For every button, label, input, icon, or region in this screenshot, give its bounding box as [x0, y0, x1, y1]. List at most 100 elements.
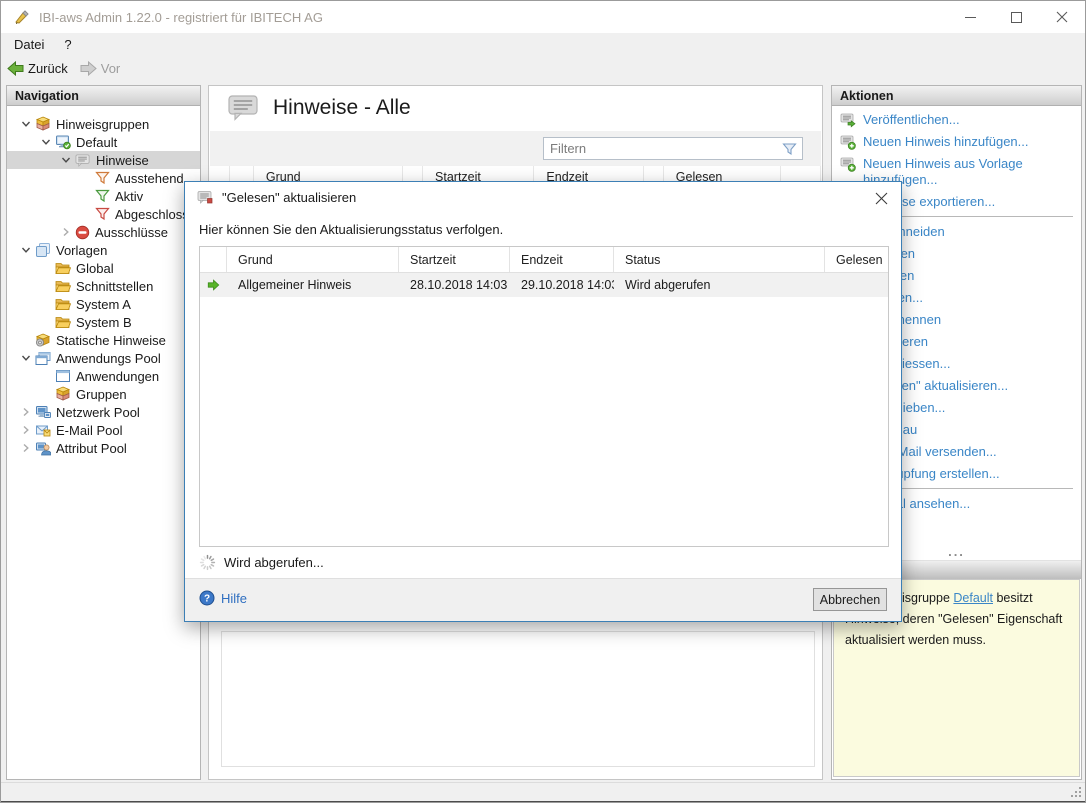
menu-item-help[interactable]: ?: [54, 33, 81, 56]
chevron-down-icon[interactable]: [37, 137, 55, 147]
tree-item-anwendungs-pool[interactable]: Anwendungs Pool: [7, 349, 200, 367]
filter-box: [543, 137, 803, 160]
tree-item-label: Gruppen: [76, 387, 127, 402]
tree-item-label: Aktiv: [115, 189, 143, 204]
tree-item-label: Vorlagen: [56, 243, 107, 258]
action-label: Neuen Hinweis hinzufügen...: [863, 134, 1029, 150]
tree-item-system-b[interactable]: System B: [7, 313, 200, 331]
tree-item-default[interactable]: Default: [7, 133, 200, 151]
resize-grip-icon[interactable]: [1069, 785, 1082, 798]
menu-item-datei[interactable]: Datei: [1, 33, 54, 56]
cell-gelesen: [825, 273, 888, 297]
help-icon: ?: [199, 590, 215, 606]
dialog-title-bar: "Gelesen" aktualisieren: [185, 182, 901, 212]
tree-item-netzwerk-pool[interactable]: Netzwerk Pool: [7, 403, 200, 421]
chevron-down-icon[interactable]: [57, 155, 75, 165]
green-arrow-icon: [206, 278, 221, 292]
maximize-button[interactable]: [993, 1, 1039, 33]
close-button[interactable]: [1039, 1, 1085, 33]
tree-item-label: Ausschlüsse: [95, 225, 168, 240]
forward-button[interactable]: Vor: [74, 58, 127, 80]
tree-item-statische-hinweise[interactable]: Statische Hinweise: [7, 331, 200, 349]
minimize-button[interactable]: [947, 1, 993, 33]
status-bar: [1, 782, 1085, 801]
back-button[interactable]: Zurück: [1, 58, 74, 80]
email-icon: [35, 423, 51, 437]
tree-item-label: Schnittstellen: [76, 279, 153, 294]
tree-item-gruppen[interactable]: Gruppen: [7, 385, 200, 403]
tree-item-label: Anwendungs Pool: [56, 351, 161, 366]
monitor-check-icon: [55, 134, 71, 150]
chevron-down-icon[interactable]: [17, 245, 35, 255]
chevron-right-icon[interactable]: [17, 425, 35, 435]
actions-header: Aktionen: [832, 86, 1081, 106]
tree-item-e-mail-pool[interactable]: E-Mail Pool: [7, 421, 200, 439]
filter-band: [210, 131, 821, 166]
dialog-column-header-startzeit[interactable]: Startzeit: [399, 247, 510, 272]
group-stack-icon: [55, 386, 71, 402]
help-link[interactable]: ? Hilfe: [199, 590, 247, 606]
tree-item-label: System A: [76, 297, 131, 312]
tree-item-schnittstellen[interactable]: Schnittstellen: [7, 277, 200, 295]
forward-label: Vor: [101, 61, 121, 76]
navigation-panel: Navigation Hinweisgruppen Default Hinweise…: [6, 85, 201, 780]
dialog-column-header-grund[interactable]: Grund: [227, 247, 399, 272]
dialog-progress-text: Wird abgerufen...: [224, 555, 324, 570]
cell-endzeit: 29.10.2018 14:03: [510, 273, 614, 297]
tree-item-hinweise[interactable]: Hinweise: [7, 151, 200, 169]
tree-item-attribut-pool[interactable]: Attribut Pool: [7, 439, 200, 457]
notes-bubble-icon: [227, 93, 261, 123]
preview-pane: [221, 631, 815, 767]
spinner-icon: [199, 554, 216, 571]
filter-input[interactable]: [544, 141, 782, 156]
page-title: Hinweise - Alle: [273, 96, 411, 120]
cancel-button[interactable]: Abbrechen: [813, 588, 887, 611]
dialog-bubble-icon: [197, 190, 214, 205]
dialog-column-header-status[interactable]: Status: [614, 247, 825, 272]
tree-item-global[interactable]: Global: [7, 259, 200, 277]
dialog-close-icon[interactable]: [873, 190, 889, 206]
folder-icon: [55, 315, 71, 329]
dialog-column-header-endzeit[interactable]: Endzeit: [510, 247, 614, 272]
dialog-column-header-gelesen[interactable]: Gelesen: [825, 247, 888, 272]
tree-item-system-a[interactable]: System A: [7, 295, 200, 313]
tree-item-anwendungen[interactable]: Anwendungen: [7, 367, 200, 385]
navigation-tree: Hinweisgruppen Default HinweiseAusstehend A…: [7, 106, 200, 457]
back-label: Zurück: [28, 61, 68, 76]
exclude-icon: [75, 225, 90, 240]
person-icon: [35, 441, 51, 456]
svg-text:?: ?: [204, 594, 210, 605]
cell-status: Wird abgerufen: [614, 273, 825, 297]
chevron-right-icon[interactable]: [57, 227, 75, 237]
action-neuen-hinweis-hinzufügen[interactable]: Neuen Hinweis hinzufügen...: [840, 134, 1081, 150]
chevron-right-icon[interactable]: [17, 407, 35, 417]
window-title: IBI-aws Admin 1.22.0 - registriert für I…: [39, 10, 323, 25]
navigation-header: Navigation: [7, 86, 200, 106]
tree-item-label: Anwendungen: [76, 369, 159, 384]
chevron-right-icon[interactable]: [17, 443, 35, 453]
gelesen-aktualisieren-dialog: "Gelesen" aktualisieren Hier können Sie …: [184, 181, 902, 622]
chevron-down-icon[interactable]: [17, 119, 35, 129]
tree-item-vorlagen[interactable]: Vorlagen: [7, 241, 200, 259]
dialog-table: GrundStartzeitEndzeitStatusGelesen Allge…: [199, 246, 889, 547]
tree-item-hinweisgruppen[interactable]: Hinweisgruppen: [7, 115, 200, 133]
dialog-title: "Gelesen" aktualisieren: [222, 190, 356, 205]
tree-item-ausstehend[interactable]: Ausstehend: [7, 169, 200, 187]
tree-item-label: Hinweise: [96, 153, 149, 168]
funnel-red-icon: [95, 207, 110, 221]
filter-funnel-icon[interactable]: [782, 142, 797, 156]
tree-item-label: System B: [76, 315, 132, 330]
dialog-message: Hier können Sie den Aktualisierungsstatu…: [199, 222, 503, 237]
notice-default-link[interactable]: Default: [953, 591, 993, 605]
row-status-icon-cell: [200, 273, 227, 297]
tree-item-ausschlüsse[interactable]: Ausschlüsse: [7, 223, 200, 241]
action-veröffentlichen[interactable]: Veröffentlichen...: [840, 112, 1081, 128]
tree-item-label: Statische Hinweise: [56, 333, 166, 348]
funnel-green-icon: [95, 189, 110, 203]
tree-item-label: Default: [76, 135, 117, 150]
tree-item-abgeschlossen[interactable]: Abgeschlossen: [7, 205, 200, 223]
dialog-table-row[interactable]: Allgemeiner Hinweis28.10.2018 14:0329.10…: [200, 273, 888, 297]
chevron-down-icon[interactable]: [17, 353, 35, 363]
tree-item-aktiv[interactable]: Aktiv: [7, 187, 200, 205]
dialog-column-header-empty: [200, 247, 227, 272]
